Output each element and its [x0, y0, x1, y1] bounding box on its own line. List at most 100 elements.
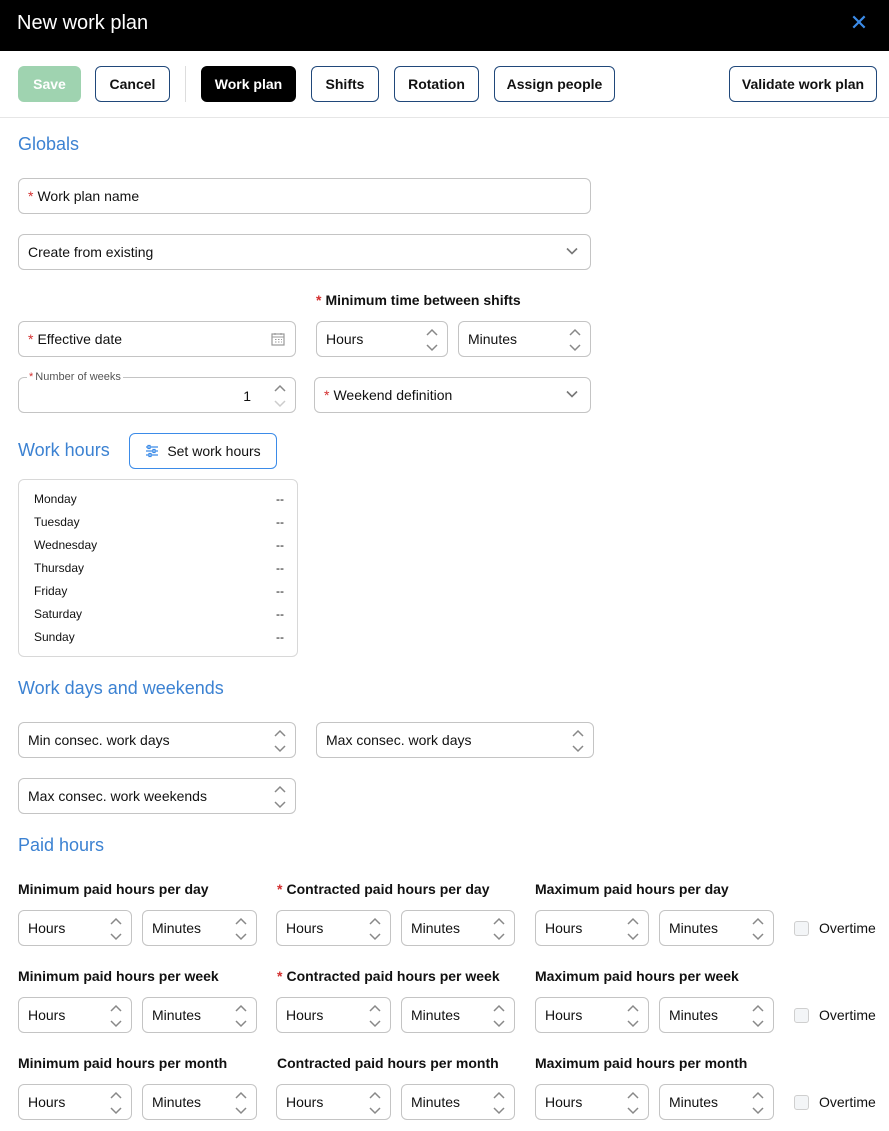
set-work-hours-label: Set work hours [167, 443, 261, 459]
overtime-day-checkbox[interactable] [794, 920, 809, 936]
contracted-day-minutes-stepper[interactable]: Minutes [401, 910, 515, 946]
contracted-week-minutes-stepper[interactable]: Minutes [401, 997, 515, 1033]
contracted-month-minutes-stepper[interactable]: Minutes [401, 1084, 515, 1120]
hours-label: Hours [286, 1094, 324, 1110]
create-from-existing-label: Create from existing [28, 244, 154, 260]
spinner-icon[interactable] [369, 916, 381, 942]
minutes-label: Minutes [669, 1094, 719, 1110]
spinner-icon[interactable] [274, 383, 286, 409]
min-time-between-shifts-label: * Minimum time between shifts [316, 292, 521, 308]
max-day-hours-stepper[interactable]: Hours [535, 910, 649, 946]
min-month-hours-stepper[interactable]: Hours [18, 1084, 132, 1120]
spinner-icon[interactable] [752, 1003, 764, 1029]
overtime-week-checkbox[interactable] [794, 1007, 809, 1023]
effective-date-input[interactable]: * Effective date [18, 321, 296, 357]
spinner-icon[interactable] [369, 1003, 381, 1029]
day-hours: -- [276, 492, 284, 506]
spinner-icon[interactable] [110, 916, 122, 942]
spinner-icon[interactable] [493, 1090, 505, 1116]
work-plan-name-input[interactable]: * Work plan name [18, 178, 591, 214]
spinner-icon[interactable] [235, 916, 247, 942]
contracted-paid-hours-week-label: * Contracted paid hours per week [277, 968, 500, 984]
validate-work-plan-button[interactable]: Validate work plan [729, 66, 877, 102]
max-week-minutes-stepper[interactable]: Minutes [659, 997, 774, 1033]
cancel-button[interactable]: Cancel [95, 66, 170, 102]
day-hours: -- [276, 607, 284, 621]
tab-work-plan[interactable]: Work plan [201, 66, 296, 102]
spinner-icon[interactable] [110, 1003, 122, 1029]
overtime-label: Overtime [819, 1007, 876, 1023]
tab-shifts[interactable]: Shifts [311, 66, 379, 102]
min-time-hours-stepper[interactable]: Hours [316, 321, 448, 357]
day-name: Friday [34, 584, 68, 598]
section-title-globals: Globals [18, 134, 80, 154]
contracted-week-hours-stepper[interactable]: Hours [276, 997, 391, 1033]
max-consec-work-weekends-stepper[interactable]: Max consec. work weekends [18, 778, 296, 814]
max-paid-hours-week-label: Maximum paid hours per week [535, 968, 739, 984]
hours-label: Hours [28, 1007, 66, 1023]
spinner-icon[interactable] [426, 327, 438, 353]
work-hours-list: Monday -- Tuesday -- Wednesday -- Thursday -… [18, 479, 298, 657]
minutes-label: Minutes [411, 920, 461, 936]
spinner-icon[interactable] [110, 1090, 122, 1116]
spinner-icon[interactable] [274, 728, 286, 754]
create-from-existing-select[interactable]: Create from existing [18, 234, 591, 270]
spinner-icon[interactable] [627, 916, 639, 942]
work-plan-name-label: Work plan name [37, 188, 140, 204]
calendar-icon[interactable] [271, 332, 285, 346]
min-paid-hours-week-label: Minimum paid hours per week [18, 968, 219, 984]
close-icon[interactable]: ✕ [849, 12, 869, 34]
spinner-icon[interactable] [493, 1003, 505, 1029]
chevron-down-icon [566, 390, 578, 398]
overtime-month: Overtime [794, 1094, 876, 1110]
number-of-weeks-value: 1 [243, 388, 251, 404]
min-paid-hours-day-label: Minimum paid hours per day [18, 881, 209, 897]
min-consec-work-days-stepper[interactable]: Min consec. work days [18, 722, 296, 758]
required-asterisk: * [316, 292, 322, 308]
save-button[interactable]: Save [18, 66, 81, 102]
minutes-label: Minutes [669, 920, 719, 936]
spinner-icon[interactable] [369, 1090, 381, 1116]
min-day-minutes-stepper[interactable]: Minutes [142, 910, 257, 946]
list-item: Friday -- [34, 584, 284, 598]
toolbar: Save Cancel Work plan Shifts Rotation As… [0, 51, 889, 118]
weekend-definition-select[interactable]: * Weekend definition [314, 377, 591, 413]
max-day-minutes-stepper[interactable]: Minutes [659, 910, 774, 946]
min-week-minutes-stepper[interactable]: Minutes [142, 997, 257, 1033]
max-consec-work-days-stepper[interactable]: Max consec. work days [316, 722, 594, 758]
list-item: Thursday -- [34, 561, 284, 575]
section-title-work-days: Work days and weekends [18, 678, 224, 698]
min-week-hours-stepper[interactable]: Hours [18, 997, 132, 1033]
contracted-day-hours-stepper[interactable]: Hours [276, 910, 391, 946]
spinner-icon[interactable] [627, 1090, 639, 1116]
min-day-hours-stepper[interactable]: Hours [18, 910, 132, 946]
day-name: Thursday [34, 561, 85, 575]
day-hours: -- [276, 630, 284, 644]
number-of-weeks-stepper[interactable]: * Number of weeks 1 [18, 371, 296, 413]
overtime-week: Overtime [794, 1007, 876, 1023]
required-asterisk: * [28, 331, 34, 347]
spinner-icon[interactable] [752, 1090, 764, 1116]
set-work-hours-button[interactable]: Set work hours [129, 433, 277, 469]
overtime-month-checkbox[interactable] [794, 1094, 809, 1110]
min-month-minutes-stepper[interactable]: Minutes [142, 1084, 257, 1120]
max-week-hours-stepper[interactable]: Hours [535, 997, 649, 1033]
spinner-icon[interactable] [752, 916, 764, 942]
contracted-paid-hours-day-text: Contracted paid hours per day [286, 881, 490, 897]
spinner-icon[interactable] [627, 1003, 639, 1029]
spinner-icon[interactable] [572, 728, 584, 754]
max-month-minutes-stepper[interactable]: Minutes [659, 1084, 774, 1120]
min-time-minutes-stepper[interactable]: Minutes [458, 321, 591, 357]
spinner-icon[interactable] [493, 916, 505, 942]
tab-rotation[interactable]: Rotation [394, 66, 479, 102]
spinner-icon[interactable] [235, 1003, 247, 1029]
max-month-hours-stepper[interactable]: Hours [535, 1084, 649, 1120]
spinner-icon[interactable] [569, 327, 581, 353]
spinner-icon[interactable] [235, 1090, 247, 1116]
minutes-label: Minutes [411, 1007, 461, 1023]
number-of-weeks-label: * Number of weeks [27, 371, 123, 383]
tab-assign-people[interactable]: Assign people [494, 66, 615, 102]
contracted-month-hours-stepper[interactable]: Hours [276, 1084, 391, 1120]
day-name: Wednesday [34, 538, 98, 552]
spinner-icon[interactable] [274, 784, 286, 810]
